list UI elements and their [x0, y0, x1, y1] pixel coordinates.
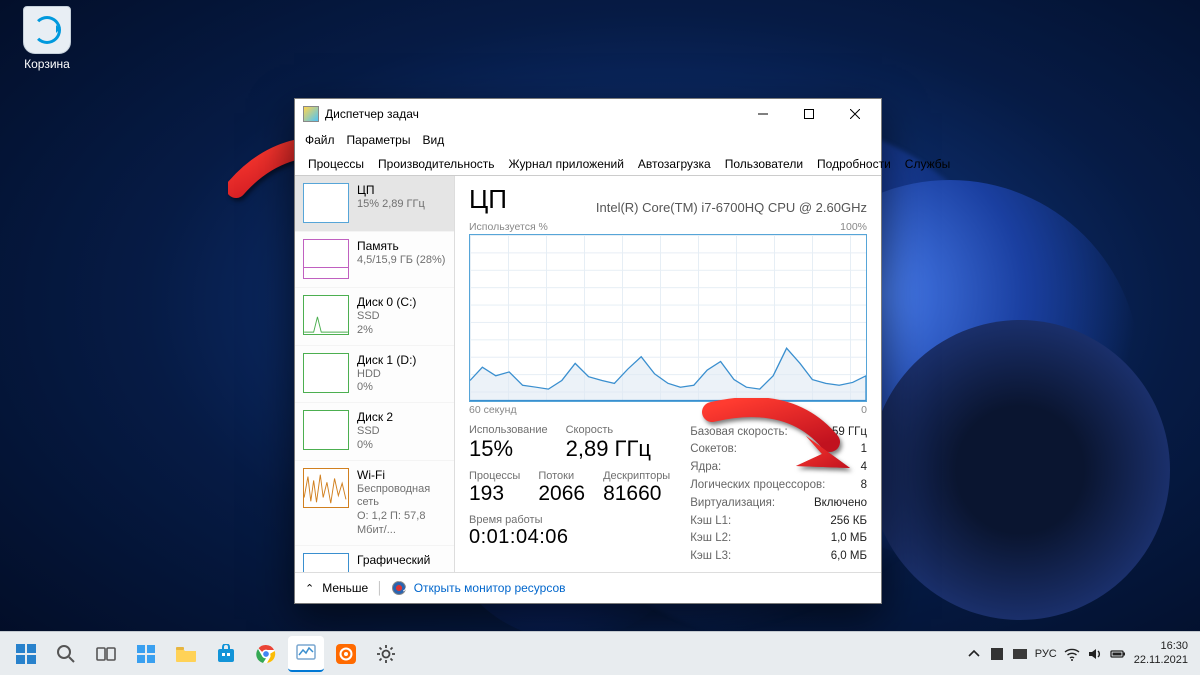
- tab-startup[interactable]: Автозагрузка: [631, 153, 718, 175]
- sidebar-item-cpu[interactable]: ЦП15% 2,89 ГГц: [295, 176, 454, 232]
- info-base-speed: 2,59 ГГц: [822, 424, 867, 442]
- stat-utilization: 15%: [469, 436, 548, 462]
- memory-thumb-icon: [303, 239, 349, 279]
- cpu-name: Intel(R) Core(TM) i7-6700HQ CPU @ 2.60GH…: [596, 200, 867, 215]
- app-icon: [303, 106, 319, 122]
- info-l2: 1,0 МБ: [831, 530, 867, 548]
- menu-file[interactable]: Файл: [305, 133, 335, 147]
- gpu-thumb-icon: [303, 553, 349, 573]
- tab-users[interactable]: Пользователи: [718, 153, 810, 175]
- taskbar-settings[interactable]: [368, 636, 404, 672]
- tray-wifi-icon[interactable]: [1064, 646, 1080, 662]
- graph-label-right: 100%: [840, 221, 867, 233]
- recycle-bin-icon: [23, 6, 71, 54]
- minimize-button[interactable]: [740, 99, 786, 129]
- start-button[interactable]: [8, 636, 44, 672]
- info-sockets: 1: [861, 441, 867, 459]
- tab-services[interactable]: Службы: [898, 153, 957, 175]
- stat-uptime: 0:01:04:06: [469, 526, 670, 549]
- chevron-up-icon[interactable]: ⌃: [305, 582, 314, 595]
- stat-processes: 193: [469, 482, 520, 506]
- titlebar[interactable]: Диспетчер задач: [295, 99, 881, 129]
- stat-handles: 81660: [603, 482, 670, 506]
- tab-performance[interactable]: Производительность: [371, 153, 501, 175]
- stat-threads: 2066: [538, 482, 585, 506]
- maximize-button[interactable]: [786, 99, 832, 129]
- resource-monitor-icon: [392, 581, 406, 595]
- disk0-thumb-icon: [303, 295, 349, 335]
- window-title: Диспетчер задач: [325, 107, 740, 121]
- graph-xmin: 60 секунд: [469, 404, 517, 416]
- recycle-bin-label: Корзина: [10, 57, 84, 71]
- menubar: Файл Параметры Вид: [295, 129, 881, 153]
- system-tray[interactable]: РУС 16:30 22.11.2021: [966, 640, 1192, 666]
- stat-speed: 2,89 ГГц: [566, 436, 651, 462]
- sidebar-item-disk2[interactable]: Диск 2SSD0%: [295, 403, 454, 461]
- info-l1: 256 КБ: [830, 513, 867, 531]
- tray-nvidia-icon[interactable]: [1012, 646, 1028, 662]
- recycle-bin[interactable]: Корзина: [10, 6, 84, 71]
- tabbar: Процессы Производительность Журнал прило…: [295, 153, 881, 176]
- taskbar-movavi[interactable]: [328, 636, 364, 672]
- sidebar-item-memory[interactable]: Память4,5/15,9 ГБ (28%): [295, 232, 454, 288]
- tray-battery-icon[interactable]: [1110, 646, 1126, 662]
- tray-app-icon[interactable]: [989, 646, 1005, 662]
- taskbar-chrome[interactable]: [248, 636, 284, 672]
- taskbar[interactable]: РУС 16:30 22.11.2021: [0, 631, 1200, 675]
- tray-clock[interactable]: 16:30 22.11.2021: [1134, 640, 1188, 666]
- sidebar-item-disk1[interactable]: Диск 1 (D:)HDD0%: [295, 346, 454, 404]
- graph-label-left: Используется %: [469, 221, 548, 233]
- tray-chevron-up-icon[interactable]: [966, 646, 982, 662]
- taskbar-widgets[interactable]: [128, 636, 164, 672]
- sidebar-item-wifi[interactable]: Wi-FiБеспроводная сетьО: 1,2 П: 57,8 Мби…: [295, 461, 454, 546]
- info-logical-procs: 8: [861, 477, 867, 495]
- tab-processes[interactable]: Процессы: [301, 153, 371, 175]
- tab-details[interactable]: Подробности: [810, 153, 898, 175]
- graph-xmax: 0: [861, 404, 867, 416]
- taskbar-taskmanager[interactable]: [288, 636, 324, 672]
- tab-app-history[interactable]: Журнал приложений: [502, 153, 631, 175]
- sidebar-item-gpu[interactable]: Графический п...Intel(R) HD Graphics ...…: [295, 546, 454, 573]
- info-cores: 4: [861, 459, 867, 477]
- tray-volume-icon[interactable]: [1087, 646, 1103, 662]
- task-manager-window: Диспетчер задач Файл Параметры Вид Проце…: [294, 98, 882, 604]
- fewer-details[interactable]: Меньше: [322, 581, 368, 595]
- info-virtualization: Включено: [814, 495, 867, 513]
- taskbar-explorer[interactable]: [168, 636, 204, 672]
- sidebar-item-disk0[interactable]: Диск 0 (C:)SSD2%: [295, 288, 454, 346]
- open-resource-monitor-link[interactable]: Открыть монитор ресурсов: [414, 581, 566, 595]
- window-footer: ⌃ Меньше │ Открыть монитор ресурсов: [295, 572, 881, 603]
- taskbar-search[interactable]: [48, 636, 84, 672]
- info-l3: 6,0 МБ: [831, 548, 867, 566]
- cpu-thumb-icon: [303, 183, 349, 223]
- page-title: ЦП: [469, 184, 507, 215]
- main-panel: ЦП Intel(R) Core(TM) i7-6700HQ CPU @ 2.6…: [455, 176, 881, 572]
- sidebar: ЦП15% 2,89 ГГц Память4,5/15,9 ГБ (28%) Д…: [295, 176, 455, 572]
- menu-view[interactable]: Вид: [422, 133, 444, 147]
- close-button[interactable]: [832, 99, 878, 129]
- tray-language[interactable]: РУС: [1035, 648, 1057, 660]
- cpu-graph: [469, 234, 867, 402]
- disk2-thumb-icon: [303, 410, 349, 450]
- menu-options[interactable]: Параметры: [347, 133, 411, 147]
- disk1-thumb-icon: [303, 353, 349, 393]
- taskbar-store[interactable]: [208, 636, 244, 672]
- wifi-thumb-icon: [303, 468, 349, 508]
- taskbar-taskview[interactable]: [88, 636, 124, 672]
